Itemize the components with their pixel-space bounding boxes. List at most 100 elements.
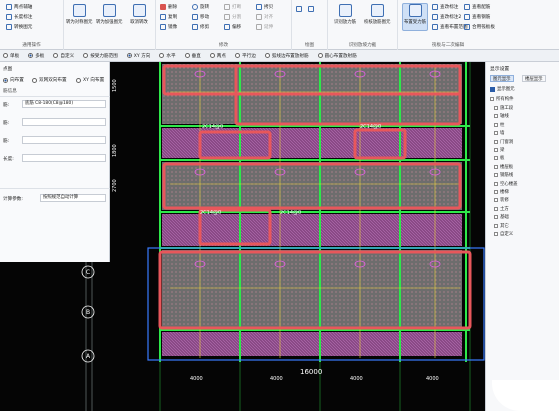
tree-item[interactable]: 装修 <box>494 197 509 203</box>
btn-trim[interactable]: 修剪 <box>192 24 209 30</box>
tree-item[interactable]: 土方 <box>494 206 509 212</box>
tree-item-checkbox[interactable] <box>494 198 498 203</box>
btn-align[interactable]: 对齐 <box>256 14 273 20</box>
btn-two-point-axis[interactable]: 两点辅轴 <box>6 4 32 10</box>
tree-item[interactable]: 墙 <box>494 130 504 136</box>
field4-select[interactable] <box>22 154 106 162</box>
drawing-canvas[interactable]: 2C14@0 2C14@0 2C14@0 2C14@0 1500 1800 27… <box>110 62 485 411</box>
slab-band-3[interactable] <box>162 332 462 356</box>
slab-band-2[interactable] <box>162 214 462 246</box>
tree-item-checkbox[interactable] <box>494 148 498 152</box>
btn-recognize-rebar[interactable]: 识别放力筋 <box>332 4 358 25</box>
tree-item-label: 施工段 <box>500 106 514 111</box>
tab-element-display[interactable]: 图元显示 <box>490 75 514 82</box>
btn-merge-slab[interactable]: 合用筏板板 <box>464 24 495 30</box>
opt-xy-layout[interactable]: XY 向布置 <box>76 77 104 83</box>
btn-view-range[interactable]: 查看布置范围 <box>432 24 468 30</box>
btn-mirror[interactable]: 镜像 <box>160 24 177 30</box>
tree-item-checkbox[interactable] <box>494 122 498 127</box>
bottom-rebar-select[interactable]: 底筋 C8-180(C8@180) <box>22 100 106 108</box>
tree-item-checkbox[interactable] <box>494 215 498 220</box>
opt-multi-slab[interactable]: 多板 <box>28 53 44 59</box>
tree-item[interactable]: 空心楼盖 <box>494 181 518 187</box>
tree-item-label: 柱 <box>500 122 505 128</box>
btn-extend[interactable]: 延伸 <box>256 24 273 30</box>
slab-row-3[interactable] <box>162 250 462 330</box>
btn-offset[interactable]: 偏移 <box>224 24 241 30</box>
tree-item[interactable]: 门窗洞 <box>494 139 513 145</box>
tree-item-checkbox[interactable] <box>494 164 498 169</box>
btn-rotate[interactable]: 旋转 <box>192 4 209 10</box>
btn-view-config[interactable]: 查看配筋 <box>464 4 490 10</box>
tree-item-checkbox[interactable] <box>494 114 498 119</box>
tree-item-checkbox[interactable] <box>494 190 498 194</box>
tree-item-checkbox[interactable] <box>494 139 498 144</box>
opt-custom[interactable]: 自定义 <box>53 53 74 59</box>
opt-horizontal[interactable]: 水平 <box>159 53 176 59</box>
info-label: 筋信息 <box>3 89 17 94</box>
btn-copy2[interactable]: 拷贝 <box>256 4 273 10</box>
merge-slab-icon <box>464 24 470 30</box>
btn-check-rebar[interactable]: 校核放筋图元 <box>364 4 390 25</box>
tree-root-checkbox[interactable] <box>490 97 494 101</box>
tree-item-checkbox[interactable] <box>494 173 498 178</box>
opt-single-slab[interactable]: 单板 <box>3 53 19 59</box>
floor-plan-svg[interactable]: 2C14@0 2C14@0 2C14@0 2C14@0 1500 1800 27… <box>110 62 485 411</box>
btn-to-reinforced[interactable]: 转为加强图元 <box>96 4 122 25</box>
btn-cancel-convert[interactable]: 取消转改 <box>126 4 152 25</box>
tree-item[interactable]: 楼梯 <box>494 189 509 195</box>
btn-to-symmetric[interactable]: 转为对称图元 <box>66 4 92 25</box>
tree-item[interactable]: 其它 <box>494 223 509 229</box>
rebar-label-1: 2C14@0 <box>202 124 223 130</box>
tree-item[interactable]: 钢筋线 <box>494 172 513 178</box>
btn-edit-label[interactable]: 查改标注 <box>432 4 458 10</box>
tree-item-checkbox[interactable] <box>494 223 498 228</box>
tree-item-checkbox[interactable] <box>494 131 498 136</box>
tree-item-checkbox[interactable] <box>494 106 498 110</box>
tree-item[interactable]: 施工段 <box>494 105 513 111</box>
tree-item[interactable]: 轴线 <box>494 113 509 119</box>
btn-edit-label2[interactable]: 查改标注2 <box>432 14 461 20</box>
opt-center-radial[interactable]: 圆心布置放射筋 <box>317 53 357 59</box>
btn-convert-element[interactable]: 转换图元 <box>6 24 32 30</box>
btn-view-rebar[interactable]: 查看钢筋 <box>464 14 490 20</box>
tree-item-label: 空心楼盖 <box>500 181 518 187</box>
opt-two-point[interactable]: 两点 <box>209 53 226 59</box>
tree-item-checkbox[interactable] <box>494 156 498 161</box>
btn-copy[interactable]: 复制 <box>160 14 177 20</box>
btn-dimension[interactable]: 长度标注 <box>6 14 32 20</box>
tree-item[interactable]: 基础 <box>494 214 509 220</box>
btn-move[interactable]: 移动 <box>192 14 209 20</box>
show-all-elements[interactable]: 显示图元 <box>490 86 515 92</box>
btn-draw-rect[interactable] <box>308 6 314 12</box>
opt-by-range[interactable]: 按受力筋范围 <box>83 53 118 59</box>
field2-select[interactable] <box>22 118 106 126</box>
tree-item[interactable]: 梁 <box>494 147 504 153</box>
opt-vertical[interactable]: 垂直 <box>184 53 201 59</box>
tree-item-checkbox[interactable] <box>494 206 498 211</box>
tree-root[interactable]: 所有构件 <box>490 96 514 102</box>
btn-break[interactable]: 打断 <box>224 4 241 10</box>
tree-item[interactable]: 楼层板 <box>494 164 513 170</box>
properties-panel: 点图 向布置 双网双向布置 XY 向布置 筋信息 筋: 底筋 C8-180(C8… <box>0 62 110 262</box>
opt-arc-radial[interactable]: 弧线边布置放射筋 <box>264 53 309 59</box>
btn-draw-line[interactable] <box>296 6 302 12</box>
show-all-checkbox[interactable] <box>490 86 495 92</box>
tree-item-checkbox[interactable] <box>494 232 498 236</box>
tree-item-label: 土方 <box>500 206 509 212</box>
tab-floor-display[interactable]: 楼层显示 <box>522 75 546 82</box>
btn-place-rebar[interactable]: 布置受力筋 <box>402 3 428 31</box>
tree-item[interactable]: 柱 <box>494 122 504 128</box>
opt-double-net[interactable]: 双网双向布置 <box>32 77 67 83</box>
tree-item-checkbox[interactable] <box>494 181 498 186</box>
opt-one-way[interactable]: 向布置 <box>3 77 24 83</box>
extra-select[interactable]: 按照规范自动计算 <box>40 194 106 202</box>
field3-select[interactable] <box>22 136 106 144</box>
opt-xy-direction[interactable]: XY 方向 <box>126 53 150 59</box>
tree-item[interactable]: 自定义 <box>494 231 513 237</box>
slab-row-2[interactable] <box>162 162 462 210</box>
tree-item[interactable]: 板 <box>494 155 504 161</box>
btn-delete[interactable]: 删除 <box>160 4 177 10</box>
opt-parallel-edge[interactable]: 平行边 <box>235 53 256 59</box>
btn-split[interactable]: 分割 <box>224 14 241 20</box>
